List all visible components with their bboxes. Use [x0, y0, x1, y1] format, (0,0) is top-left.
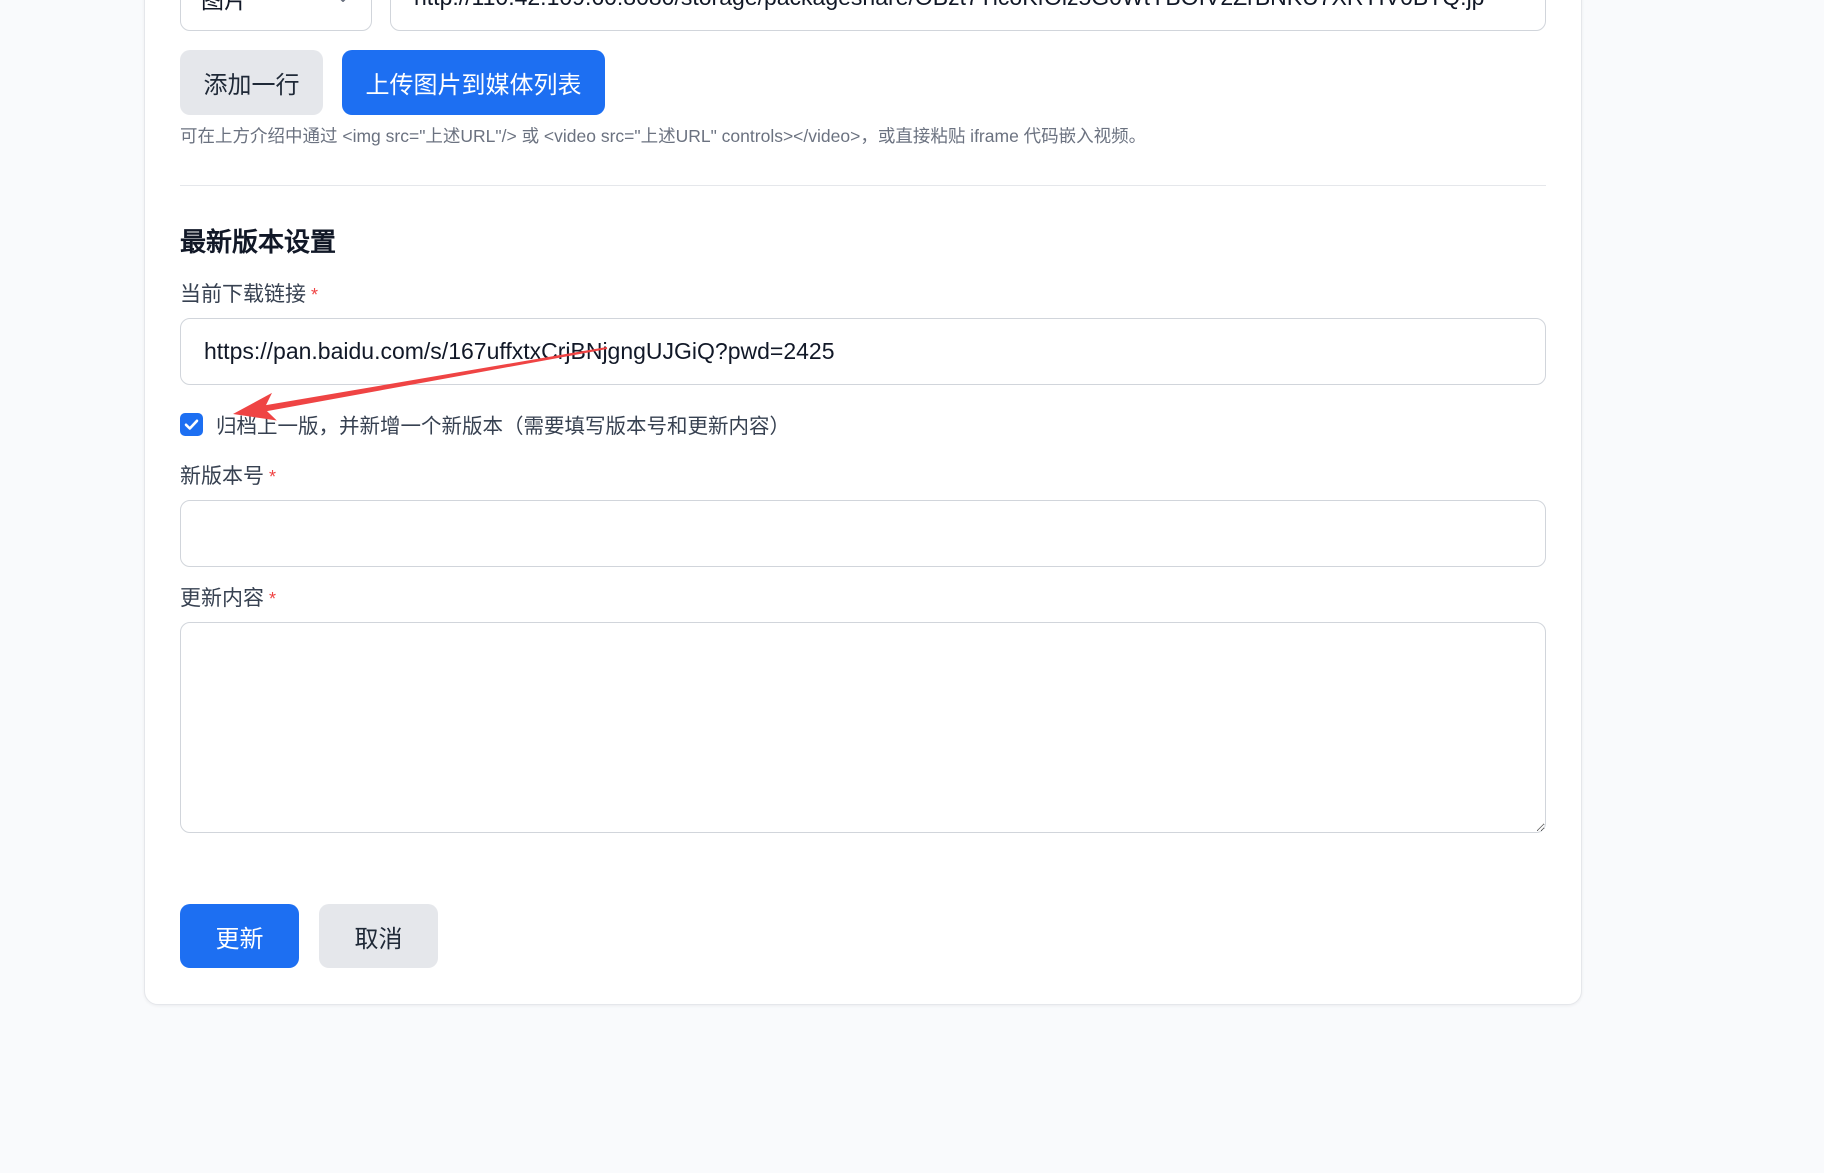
media-type-select[interactable]: 图片	[180, 0, 372, 31]
changelog-label-text: 更新内容	[180, 587, 264, 610]
archive-checkbox[interactable]	[180, 412, 203, 436]
latest-version-heading: 最新版本设置	[180, 227, 337, 257]
new-version-label: 新版本号 *	[180, 465, 276, 489]
media-embed-hint: 可在上方介绍中通过 <img src="上述URL"/> 或 <video sr…	[180, 126, 1147, 146]
changelog-textarea[interactable]	[180, 622, 1546, 833]
archive-checkbox-input[interactable]	[180, 412, 203, 436]
chevron-down-icon	[341, 0, 345, 2]
new-version-input[interactable]	[180, 500, 1546, 567]
update-button[interactable]: 更新	[180, 904, 299, 968]
section-divider	[180, 185, 1546, 186]
archive-checkbox-label: 归档上一版，并新增一个新版本（需要填写版本号和更新内容）	[216, 415, 790, 438]
media-url-input[interactable]	[390, 0, 1546, 31]
required-mark: *	[311, 285, 319, 305]
add-row-button[interactable]: 添加一行	[180, 50, 323, 115]
new-version-label-text: 新版本号	[180, 465, 264, 488]
download-link-label: 当前下载链接 *	[180, 283, 318, 307]
archive-previous-version-option[interactable]: 归档上一版，并新增一个新版本（需要填写版本号和更新内容）	[180, 412, 790, 438]
edit-form-card: 图片 添加一行 上传图片到媒体列表 可在上方介绍中通过 <img src="上述…	[144, 0, 1582, 1005]
download-link-label-text: 当前下载链接	[180, 283, 306, 306]
media-type-select-value: 图片	[201, 0, 247, 15]
cancel-button[interactable]: 取消	[319, 904, 438, 968]
required-mark: *	[269, 589, 277, 609]
required-mark: *	[269, 467, 277, 487]
upload-image-to-media-list-button[interactable]: 上传图片到媒体列表	[342, 50, 605, 115]
changelog-label: 更新内容 *	[180, 587, 276, 611]
download-link-input[interactable]	[180, 318, 1546, 385]
